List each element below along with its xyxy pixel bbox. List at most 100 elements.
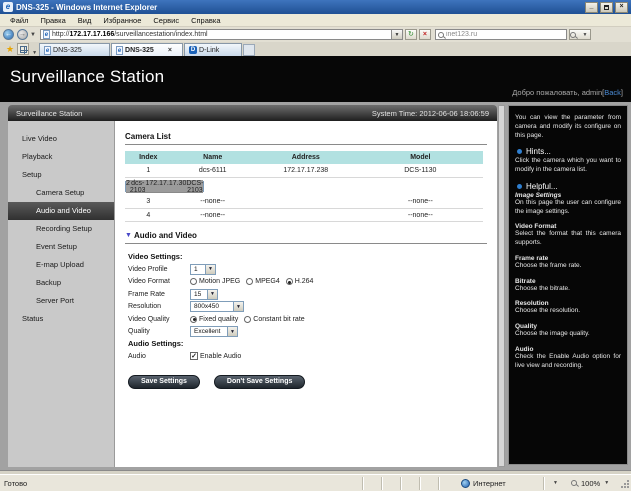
help-term: Audio [515, 346, 621, 353]
section-header[interactable]: ▼ Audio and Video [125, 231, 487, 240]
radio-constant-bit-rate[interactable]: Constant bit rate [244, 316, 304, 323]
help-intro: You can view the parameter from camera a… [515, 114, 621, 140]
url-scheme: http:// [52, 31, 70, 38]
table-row[interactable]: 1 dcs-6111 172.17.17.238 DCS-1130 [125, 164, 483, 177]
radio-label: Fixed quality [199, 316, 238, 323]
radio-icon [244, 316, 251, 323]
back-button[interactable]: ← [3, 29, 14, 40]
help-term: Resolution [515, 300, 621, 307]
cell-model: DCS-1130 [358, 164, 483, 177]
minimize-button[interactable]: _ [585, 2, 598, 13]
radio-label: Constant bit rate [253, 316, 304, 323]
chevron-down-icon: ▼ [233, 302, 243, 311]
radio-mpeg4[interactable]: MPEG4 [246, 278, 280, 285]
search-input[interactable] [446, 31, 564, 38]
menu-tools[interactable]: Сервис [147, 16, 185, 25]
help-desc: Choose the frame rate. [515, 262, 621, 271]
close-tab-icon[interactable]: × [168, 47, 172, 54]
close-button[interactable]: × [615, 2, 628, 13]
radio-h264[interactable]: H.264 [286, 278, 314, 285]
help-desc: Check the Enable Audio option for live v… [515, 353, 621, 371]
tab-dns-325-1[interactable]: e DNS-325 [39, 43, 110, 56]
help-term: Bitrate [515, 278, 621, 285]
zone-label: Интернет [473, 479, 506, 488]
favorites-star-icon[interactable]: ★ [3, 43, 17, 56]
sidebar-item-setup[interactable]: Setup [8, 166, 114, 184]
zoom-control[interactable]: 100% ▼ [567, 479, 619, 488]
new-tab-stub[interactable] [243, 44, 255, 56]
search-go-button[interactable]: ▼ [569, 29, 591, 40]
sidebar-item-emap-upload[interactable]: E-map Upload [8, 256, 114, 274]
sidebar-item-recording-setup[interactable]: Recording Setup [8, 220, 114, 238]
video-settings-heading: Video Settings: [128, 251, 487, 263]
section-collapse-icon[interactable]: ▼ [125, 232, 132, 239]
tab-dlink[interactable]: D D-Link [184, 43, 242, 56]
address-dropdown-icon[interactable]: ▼ [392, 29, 403, 40]
forward-button[interactable]: → [17, 29, 28, 40]
save-settings-button[interactable]: Save Settings [128, 375, 200, 389]
sidebar-item-event-setup[interactable]: Event Setup [8, 238, 114, 256]
tab-dns-325-2[interactable]: e DNS-325 × [111, 43, 183, 56]
radio-fixed-quality[interactable]: Fixed quality [190, 316, 238, 323]
back-link[interactable]: Back [604, 88, 621, 97]
protected-mode-pane[interactable]: ▼ [543, 477, 567, 490]
cell-name: dcs-2103 [130, 180, 146, 193]
quality-select[interactable]: Excellent ▼ [190, 326, 238, 337]
audio-row: Audio ✓Enable Audio [128, 350, 487, 363]
cell-address: 172.17.17.238 [254, 164, 358, 177]
resolution-row: Resolution 800x450 ▼ [128, 301, 487, 314]
refresh-button[interactable]: ↻ [405, 29, 417, 40]
menu-view[interactable]: Вид [72, 16, 98, 25]
navigation-bar: ← → ▼ e http://172.17.17.166/surveillanc… [0, 27, 631, 42]
sidebar-item-camera-setup[interactable]: Camera Setup [8, 184, 114, 202]
sidebar-item-live-video[interactable]: Live Video [8, 130, 114, 148]
sidebar-item-playback[interactable]: Playback [8, 148, 114, 166]
search-box [435, 29, 567, 40]
helpful-title: Helpful... [526, 182, 558, 191]
sidebar-item-backup[interactable]: Backup [8, 274, 114, 292]
status-pane [362, 477, 381, 490]
sidebar-item-audio-and-video[interactable]: Audio and Video [8, 202, 114, 220]
table-row-selected[interactable]: 2 dcs-2103 172.17.17.30 DCS-2103 [125, 181, 204, 192]
radio-icon [246, 278, 253, 285]
resize-grip[interactable] [621, 477, 631, 490]
dont-save-settings-button[interactable]: Don't Save Settings [214, 375, 305, 389]
page-scrollbar[interactable] [498, 105, 505, 467]
select-value: 1 [191, 266, 205, 273]
page-icon: e [43, 30, 50, 39]
column-index: Index [125, 151, 172, 164]
video-format-label: Video Format [128, 278, 190, 285]
radio-motion-jpeg[interactable]: Motion JPEG [190, 278, 240, 285]
help-term: Frame rate [515, 255, 621, 262]
quick-tabs-button[interactable] [17, 43, 29, 55]
frame-rate-select[interactable]: 15 ▼ [190, 289, 218, 300]
maximize-button[interactable] [600, 2, 613, 13]
enable-audio-checkbox[interactable]: ✓Enable Audio [190, 352, 241, 360]
stop-button[interactable]: × [419, 29, 431, 40]
url-host: 172.17.17.166 [69, 31, 114, 38]
menu-edit[interactable]: Правка [34, 16, 71, 25]
sidebar-item-server-port[interactable]: Server Port [8, 292, 114, 310]
search-icon [438, 32, 444, 38]
frame-rate-row: Frame Rate 15 ▼ [128, 288, 487, 301]
button-row: Save Settings Don't Save Settings [128, 375, 487, 389]
video-profile-select[interactable]: 1 ▼ [190, 264, 216, 275]
table-row[interactable]: 4 --none-- --none-- [125, 209, 483, 222]
cell-name: --none-- [172, 209, 254, 222]
window-titlebar: e DNS-325 - Windows Internet Explorer _ … [0, 0, 631, 14]
menu-help[interactable]: Справка [185, 16, 226, 25]
search-options-icon[interactable]: ▼ [580, 32, 589, 38]
table-row[interactable]: 3 --none-- --none-- [125, 196, 483, 209]
resolution-select[interactable]: 800x450 ▼ [190, 301, 244, 312]
sidebar-item-status[interactable]: Status [8, 310, 114, 328]
radio-label: H.264 [295, 278, 314, 285]
video-profile-row: Video Profile 1 ▼ [128, 263, 487, 276]
camera-list-table: Index Name Address Model 1 dcs-6111 172.… [125, 151, 483, 222]
status-ready-text: Готово [0, 479, 362, 488]
column-name: Name [172, 151, 254, 164]
address-bar[interactable]: e http://172.17.17.166/surveillancestati… [40, 29, 392, 40]
quality-row: Quality Excellent ▼ [128, 326, 487, 339]
history-dropdown-icon[interactable]: ▼ [28, 32, 38, 38]
menu-favorites[interactable]: Избранное [97, 16, 147, 25]
menu-file[interactable]: Файл [4, 16, 34, 25]
